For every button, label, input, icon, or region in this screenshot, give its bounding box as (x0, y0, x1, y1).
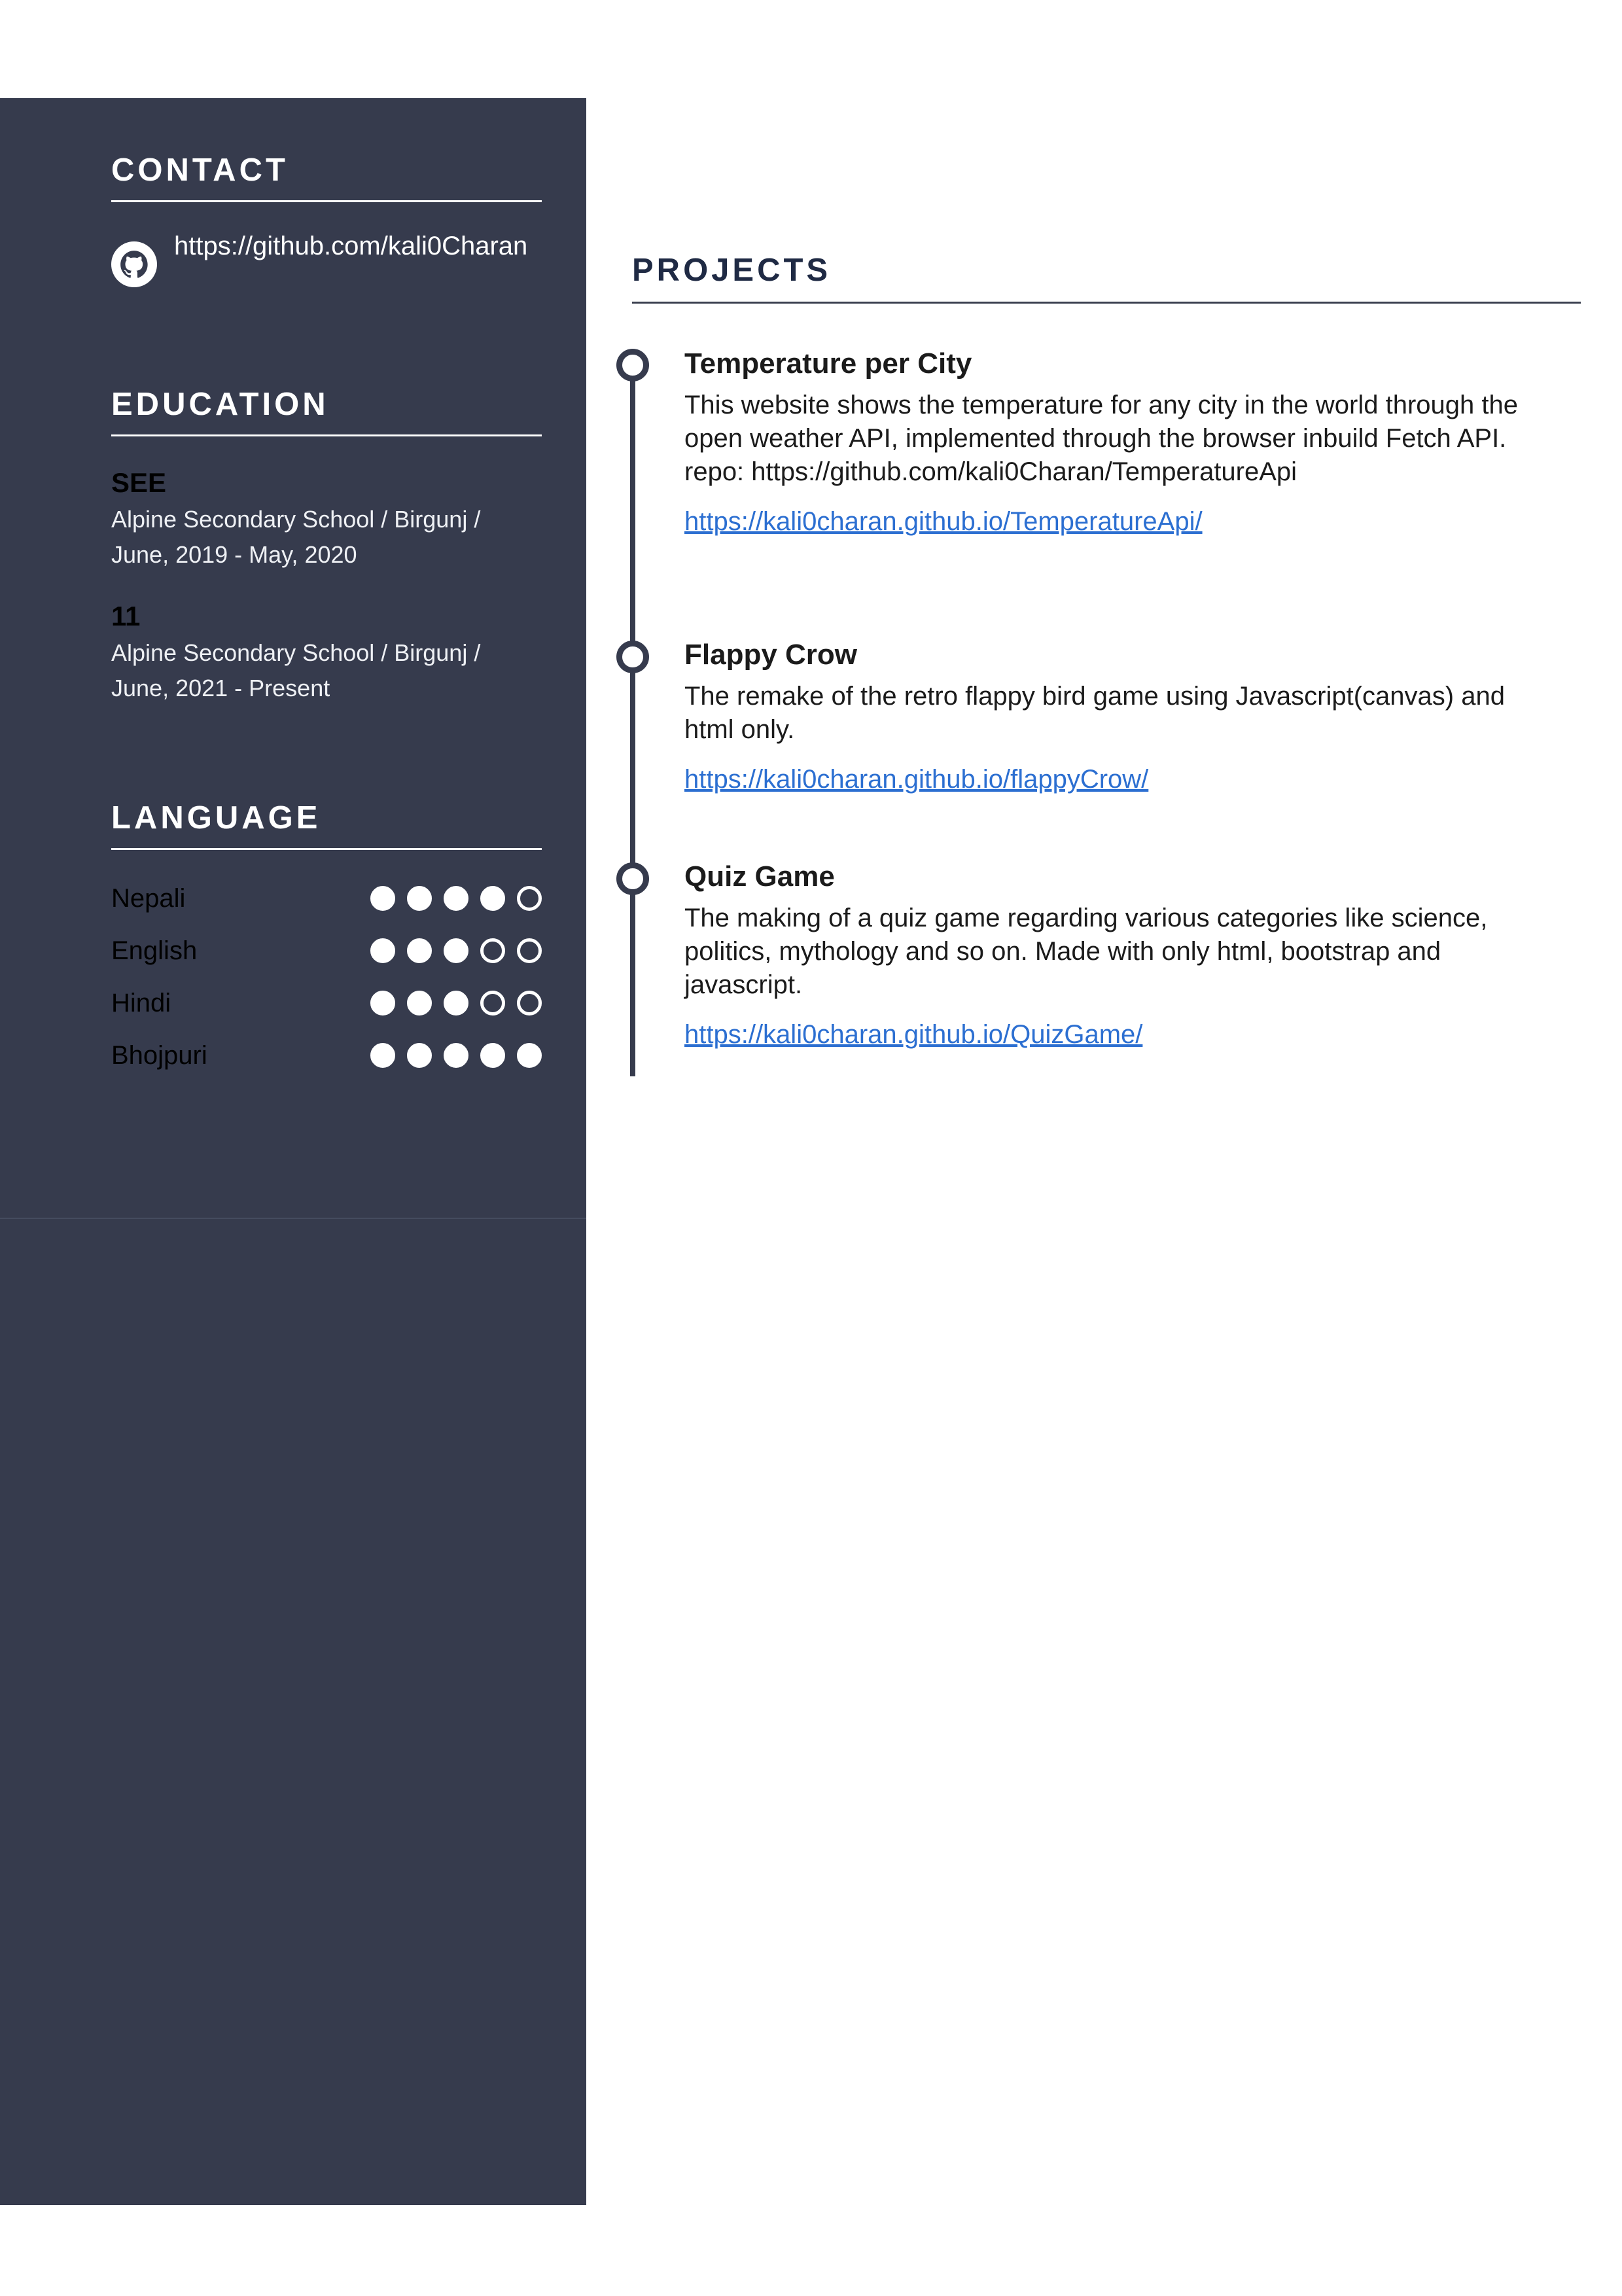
project-title: Temperature per City (684, 347, 972, 380)
education-title: SEE (111, 467, 167, 498)
language-name: English (111, 936, 198, 965)
rating-dot-filled (370, 991, 395, 1016)
rating-dot-filled (370, 1043, 395, 1068)
language-name: Bhojpuri (111, 1040, 207, 1070)
language-row: Hindi (111, 977, 542, 1029)
rating-dot-filled (407, 991, 432, 1016)
education-detail: Alpine Secondary School / Birgunj / June… (111, 506, 481, 568)
projects-section: PROJECTS (632, 252, 1581, 304)
rating-dot-filled (407, 1043, 432, 1068)
project-description: This website shows the temperature for a… (684, 391, 1518, 453)
projects-heading: PROJECTS (632, 252, 1581, 304)
education-item: 11 Alpine Secondary School / Birgunj / J… (111, 597, 542, 706)
language-row: Bhojpuri (111, 1029, 542, 1082)
project-repo: repo: https://github.com/kali0Charan/Tem… (684, 457, 1297, 486)
github-icon (111, 241, 157, 287)
rating-dot-filled (370, 886, 395, 911)
language-name: Nepali (111, 883, 186, 913)
contact-heading: CONTACT (111, 152, 542, 202)
project-description: The making of a quiz game regarding vari… (684, 904, 1488, 999)
rating-dot-empty (517, 886, 542, 911)
project-title: Quiz Game (684, 860, 835, 892)
rating-dot-filled (407, 938, 432, 963)
rating-dot-filled (444, 1043, 468, 1068)
project-item: Flappy Crow The remake of the retro flap… (684, 635, 1561, 796)
rating-dot-filled (370, 938, 395, 963)
rating-dot-filled (444, 938, 468, 963)
rating-dot-empty (480, 991, 505, 1016)
education-section: EDUCATION SEE Alpine Secondary School / … (111, 386, 542, 706)
language-row: English (111, 925, 542, 977)
timeline-marker (616, 349, 649, 381)
github-url[interactable]: https://github.com/kali0Charan (174, 228, 540, 264)
rating-dot-empty (517, 991, 542, 1016)
education-item: SEE Alpine Secondary School / Birgunj / … (111, 464, 542, 573)
rating-dot-filled (407, 886, 432, 911)
sidebar-divider (0, 1218, 586, 1219)
rating-dot-empty (517, 938, 542, 963)
language-heading: LANGUAGE (111, 800, 542, 850)
timeline-marker (616, 862, 649, 895)
rating-dot-empty (480, 938, 505, 963)
project-item: Temperature per City This website shows … (684, 344, 1561, 539)
project-description: The remake of the retro flappy bird game… (684, 682, 1505, 744)
project-title: Flappy Crow (684, 639, 858, 671)
contact-section: CONTACT https://github.com/kali0Charan (111, 152, 542, 287)
project-link[interactable]: https://kali0charan.github.io/Temperatur… (684, 504, 1561, 539)
rating-dot-filled (444, 991, 468, 1016)
language-rating (370, 938, 542, 963)
language-section: LANGUAGE Nepali English Hindi Bhojpuri (111, 800, 542, 1082)
education-heading: EDUCATION (111, 386, 542, 436)
education-title: 11 (111, 601, 141, 631)
language-list: Nepali English Hindi Bhojpuri (111, 872, 542, 1082)
project-link[interactable]: https://kali0charan.github.io/QuizGame/ (684, 1017, 1561, 1051)
rating-dot-filled (480, 1043, 505, 1068)
contact-github-row[interactable]: https://github.com/kali0Charan (111, 228, 542, 287)
language-rating (370, 991, 542, 1016)
education-detail: Alpine Secondary School / Birgunj / June… (111, 639, 481, 701)
language-row: Nepali (111, 872, 542, 925)
rating-dot-filled (517, 1043, 542, 1068)
project-item: Quiz Game The making of a quiz game rega… (684, 857, 1561, 1051)
timeline-line (630, 363, 635, 1076)
rating-dot-filled (444, 886, 468, 911)
language-rating (370, 1043, 542, 1068)
timeline-marker (616, 641, 649, 673)
project-link[interactable]: https://kali0charan.github.io/flappyCrow… (684, 762, 1561, 796)
language-rating (370, 886, 542, 911)
rating-dot-filled (480, 886, 505, 911)
language-name: Hindi (111, 988, 171, 1017)
